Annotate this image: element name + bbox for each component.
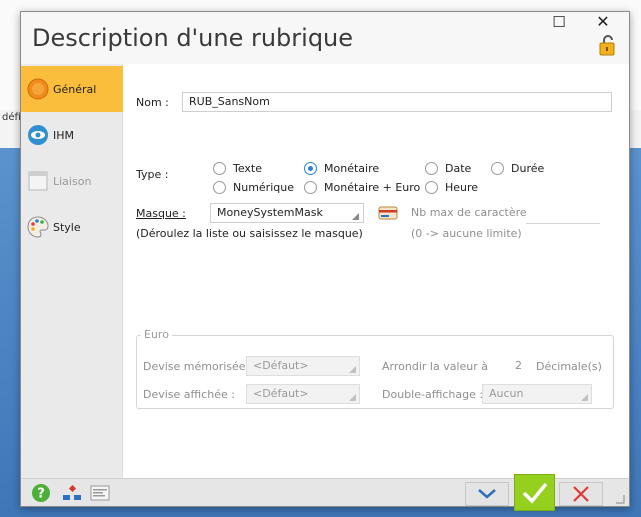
close-button[interactable]: ✕ — [589, 12, 617, 32]
devise-memorisee-value: <Défaut> — [253, 359, 309, 372]
checkmark-icon — [522, 482, 547, 504]
arrondir-input[interactable]: 2 — [488, 357, 526, 377]
devise-affichee-combo[interactable]: <Défaut> — [246, 384, 360, 404]
sidebar-item-label: Liaison — [53, 174, 92, 188]
radio-dot — [213, 162, 226, 175]
sidebar-item-liaison[interactable]: Liaison — [21, 158, 123, 204]
type-radio-texte[interactable]: Texte — [213, 162, 262, 175]
radio-dot — [491, 162, 504, 175]
radio-label: Numérique — [233, 181, 294, 194]
devise-affichee-label: Devise affichée : — [143, 388, 235, 401]
radio-label: Texte — [233, 162, 263, 175]
chevron-down-icon[interactable] — [349, 394, 356, 401]
card-mask-icon[interactable] — [378, 205, 398, 221]
help-icon[interactable]: ? — [30, 483, 52, 503]
radio-label: Monétaire + Euro — [324, 181, 421, 194]
type-label: Type : — [136, 168, 169, 181]
sidebar-item-label: Style — [53, 220, 81, 234]
cancel-button[interactable] — [559, 482, 603, 506]
radio-label: Monétaire — [324, 162, 380, 175]
nbmax-hint: (0 -> aucune limite) — [411, 227, 522, 240]
nom-label: Nom : — [136, 96, 169, 109]
general-panel: Nom : RUB_SansNom Type : Texte Monétaire… — [124, 64, 629, 478]
sidebar-item-general[interactable]: Général — [21, 66, 123, 112]
dialog-title: Description d'une rubrique — [32, 24, 354, 52]
type-radio-duree[interactable]: Durée — [491, 162, 544, 175]
structure-icon[interactable] — [61, 483, 83, 503]
devise-memorisee-label: Devise mémorisée : — [143, 360, 253, 373]
devise-memorisee-combo[interactable]: <Défaut> — [246, 356, 360, 376]
sidebar-item-ihm[interactable]: IHM — [21, 112, 123, 158]
type-radio-heure[interactable]: Heure — [425, 181, 478, 194]
type-radio-date[interactable]: Date — [425, 162, 471, 175]
maximize-button[interactable]: ☐ — [545, 12, 573, 32]
masque-combo[interactable]: MoneySystemMask — [210, 203, 364, 223]
sidebar-item-style[interactable]: Style — [21, 204, 123, 250]
chevron-down-icon — [478, 489, 496, 499]
radio-dot — [304, 162, 317, 175]
devise-affichee-value: <Défaut> — [253, 387, 309, 400]
sidebar: Général IHM Liaison Style — [21, 64, 123, 478]
sidebar-item-label: Général — [53, 82, 97, 96]
background-partial-text: défi — [2, 112, 21, 123]
radio-dot — [213, 181, 226, 194]
radio-dot — [425, 162, 438, 175]
type-radio-monetaire-euro[interactable]: Monétaire + Euro — [304, 181, 420, 194]
down-button[interactable] — [465, 482, 509, 506]
masque-label: Masque : — [136, 207, 186, 220]
palette-icon — [27, 216, 49, 238]
title-bar: Description d'une rubrique ☐ ✕ — [21, 12, 629, 64]
ok-button[interactable] — [514, 474, 555, 511]
euro-group-title: Euro — [141, 328, 172, 341]
unlock-icon[interactable] — [599, 34, 617, 56]
radio-label: Durée — [511, 162, 545, 175]
nom-input[interactable]: RUB_SansNom — [182, 92, 612, 112]
link-window-icon — [28, 171, 48, 191]
general-icon — [27, 78, 49, 100]
arrondir-label: Arrondir la valeur à : — [382, 360, 496, 373]
double-affichage-combo[interactable]: Aucun — [482, 384, 592, 404]
radio-label: Date — [445, 162, 472, 175]
radio-dot — [304, 181, 317, 194]
chevron-down-icon[interactable] — [349, 366, 356, 373]
eye-icon — [28, 125, 48, 145]
nbmax-label: Nb max de caractères — [411, 206, 533, 219]
type-radio-numerique[interactable]: Numérique — [213, 181, 294, 194]
masque-hint: (Déroulez la liste ou saisissez le masqu… — [136, 227, 363, 240]
sidebar-item-label: IHM — [53, 128, 75, 142]
masque-value: MoneySystemMask — [217, 206, 323, 219]
double-affichage-value: Aucun — [489, 387, 524, 400]
radio-label: Heure — [445, 181, 479, 194]
type-radio-monetaire[interactable]: Monétaire — [304, 162, 379, 175]
close-icon — [573, 486, 589, 502]
svg-text:?: ? — [37, 487, 45, 502]
description-icon[interactable] — [89, 483, 111, 503]
decimales-label: Décimale(s) — [536, 360, 602, 373]
double-affichage-label: Double-affichage : — [382, 388, 484, 401]
resize-grip-icon[interactable] — [615, 494, 625, 504]
chevron-down-icon[interactable] — [352, 213, 359, 220]
field-description-dialog: Description d'une rubrique ☐ ✕ Général I… — [20, 11, 630, 511]
nbmax-input[interactable] — [526, 204, 600, 224]
chevron-down-icon[interactable] — [581, 394, 588, 401]
radio-dot — [425, 181, 438, 194]
